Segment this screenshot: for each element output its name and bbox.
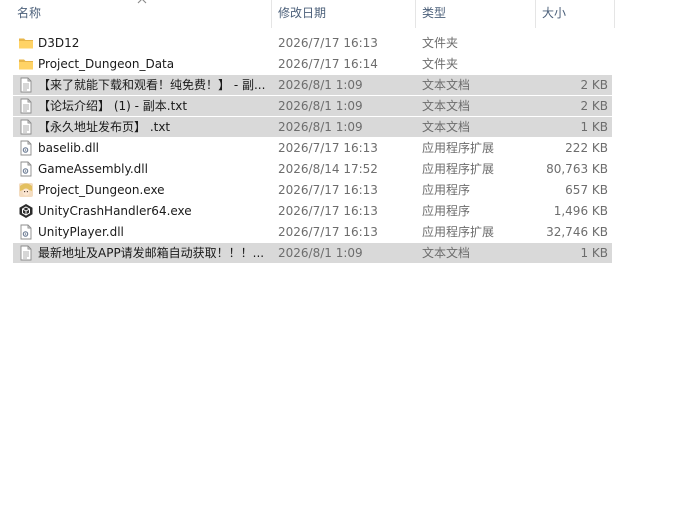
file-row[interactable]: UnityCrashHandler64.exe 2026/7/17 16:13 …: [13, 201, 612, 221]
file-row[interactable]: 【论坛介绍】 (1) - 副本.txt 2026/8/1 1:09 文本文档 2…: [13, 96, 612, 116]
column-header-type[interactable]: 类型: [422, 0, 532, 28]
file-name: Project_Dungeon.exe: [38, 183, 165, 197]
file-size: [537, 33, 608, 53]
file-date: 2026/8/1 1:09: [278, 99, 363, 113]
file-date: 2026/7/17 16:13: [278, 183, 378, 197]
file-date: 2026/8/1 1:09: [278, 78, 363, 92]
text-file-icon: [18, 77, 34, 93]
file-row[interactable]: Project_Dungeon.exe 2026/7/17 16:13 应用程序…: [13, 180, 612, 200]
column-header-name[interactable]: 名称: [17, 0, 267, 28]
text-file-icon: [18, 119, 34, 135]
file-type: 文本文档: [422, 99, 471, 113]
file-date: 2026/8/1 1:09: [278, 120, 363, 134]
file-size: 32,746 KB: [546, 225, 608, 239]
file-name: GameAssembly.dll: [38, 162, 148, 176]
file-row[interactable]: 【永久地址发布页】 .txt 2026/8/1 1:09 文本文档 1 KB: [13, 117, 612, 137]
game-app-icon: [18, 182, 34, 198]
file-date: 2026/8/14 17:52: [278, 162, 378, 176]
file-date: 2026/7/17 16:14: [278, 57, 378, 71]
file-type: 文本文档: [422, 246, 471, 260]
file-row[interactable]: D3D12 2026/7/17 16:13 文件夹: [13, 33, 612, 53]
column-divider[interactable]: [415, 0, 416, 28]
file-name: 【来了就能下载和观看！纯免费！】 - 副...: [38, 78, 266, 92]
file-type: 应用程序: [422, 204, 471, 218]
file-type: 文件夹: [422, 57, 459, 71]
dll-file-icon: [18, 161, 34, 177]
file-name: 最新地址及APP请发邮箱自动获取！！！...: [38, 246, 265, 260]
text-file-icon: [18, 245, 34, 261]
file-name: UnityPlayer.dll: [38, 225, 124, 239]
file-type: 应用程序扩展: [422, 225, 495, 239]
file-row[interactable]: UnityPlayer.dll 2026/7/17 16:13 应用程序扩展 3…: [13, 222, 612, 242]
file-type: 文件夹: [422, 36, 459, 50]
column-divider[interactable]: [271, 0, 272, 28]
file-type: 应用程序: [422, 183, 471, 197]
unity-app-icon: [18, 203, 34, 219]
file-name: UnityCrashHandler64.exe: [38, 204, 192, 218]
column-header-size[interactable]: 大小: [542, 0, 612, 28]
file-date: 2026/7/17 16:13: [278, 204, 378, 218]
file-size: 657 KB: [565, 183, 608, 197]
file-row[interactable]: 【来了就能下载和观看！纯免费！】 - 副... 2026/8/1 1:09 文本…: [13, 75, 612, 95]
file-row[interactable]: baselib.dll 2026/7/17 16:13 应用程序扩展 222 K…: [13, 138, 612, 158]
file-name: 【永久地址发布页】 .txt: [38, 120, 171, 134]
file-date: 2026/7/17 16:13: [278, 141, 378, 155]
file-row[interactable]: GameAssembly.dll 2026/8/14 17:52 应用程序扩展 …: [13, 159, 612, 179]
file-date: 2026/7/17 16:13: [278, 36, 378, 50]
file-name: baselib.dll: [38, 141, 99, 155]
file-size: 1 KB: [580, 120, 608, 134]
column-divider[interactable]: [535, 0, 536, 28]
file-size: 2 KB: [580, 99, 608, 113]
file-size: 222 KB: [565, 141, 608, 155]
column-header-date[interactable]: 修改日期: [278, 0, 413, 28]
file-size: 1,496 KB: [553, 204, 608, 218]
file-type: 应用程序扩展: [422, 162, 495, 176]
text-file-icon: [18, 98, 34, 114]
file-size: [537, 54, 608, 74]
file-row[interactable]: Project_Dungeon_Data 2026/7/17 16:14 文件夹: [13, 54, 612, 74]
file-type: 文本文档: [422, 120, 471, 134]
folder-icon: [18, 35, 34, 51]
file-name: 【论坛介绍】 (1) - 副本.txt: [38, 99, 188, 113]
file-row[interactable]: 最新地址及APP请发邮箱自动获取！！！... 2026/8/1 1:09 文本文…: [13, 243, 612, 263]
file-date: 2026/7/17 16:13: [278, 225, 378, 239]
dll-file-icon: [18, 140, 34, 156]
dll-file-icon: [18, 224, 34, 240]
file-size: 1 KB: [580, 246, 608, 260]
file-date: 2026/8/1 1:09: [278, 246, 363, 260]
column-divider[interactable]: [614, 0, 615, 28]
file-type: 应用程序扩展: [422, 141, 495, 155]
folder-icon: [18, 56, 34, 72]
file-name: Project_Dungeon_Data: [38, 57, 175, 71]
file-type: 文本文档: [422, 78, 471, 92]
file-size: 80,763 KB: [546, 162, 608, 176]
column-header-bar: 名称 修改日期 类型 大小: [0, 0, 692, 28]
file-size: 2 KB: [580, 78, 608, 92]
file-name: D3D12: [38, 36, 80, 50]
